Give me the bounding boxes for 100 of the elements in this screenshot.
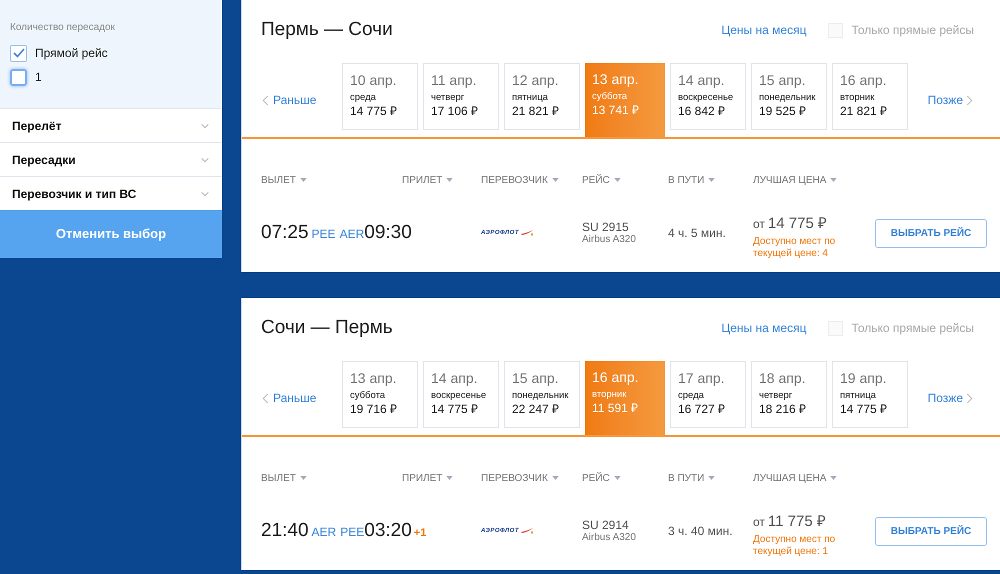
date-tab[interactable]: 14 апр. воскресенье 14 775 ₽ xyxy=(423,361,499,428)
sort-caret-icon xyxy=(446,476,454,480)
best-price: 14 775 ₽ xyxy=(768,214,827,234)
sort-caret-icon xyxy=(614,476,621,480)
chevron-left-icon xyxy=(261,94,270,106)
chevron-right-icon xyxy=(965,94,974,106)
arrival-time: 03:20 xyxy=(364,519,412,543)
flight-number: SU 2914 xyxy=(582,518,630,532)
departure-time: 07:25 xyxy=(261,221,309,245)
checkmark-icon xyxy=(12,48,24,58)
date-tab[interactable]: 18 апр. четверг 18 216 ₽ xyxy=(751,361,827,428)
column-header[interactable]: ВЫЛЕТ xyxy=(261,470,296,486)
weekday-label: пятница xyxy=(512,92,549,104)
column-header[interactable]: В ПУТИ xyxy=(668,172,704,188)
date-label: 15 апр. xyxy=(759,72,807,88)
airport-code: AER xyxy=(312,524,336,541)
date-tab[interactable]: 10 апр. среда 14 775 ₽ xyxy=(342,63,418,130)
month-prices-link[interactable]: Цены на месяц xyxy=(721,21,806,39)
chevron-left-icon xyxy=(261,392,270,404)
date-label: 16 апр. xyxy=(592,369,640,385)
column-header[interactable]: ЛУЧШАЯ ЦЕНА xyxy=(753,470,826,486)
sort-caret-icon xyxy=(552,178,559,182)
date-tab[interactable]: 13 апр. суббота 13 741 ₽ xyxy=(585,63,665,137)
column-header[interactable]: ПЕРЕВОЗЧИК xyxy=(481,470,548,486)
later-link[interactable]: Позже xyxy=(928,389,974,407)
sort-caret-icon xyxy=(614,178,621,182)
weekday-label: среда xyxy=(678,390,705,402)
date-label: 14 апр. xyxy=(678,72,726,88)
weekday-label: суббота xyxy=(350,390,386,402)
earlier-link[interactable]: Раньше xyxy=(261,389,342,407)
date-price: 14 775 ₽ xyxy=(431,402,480,416)
route-title: Пермь — Сочи xyxy=(261,18,393,42)
weekday-label: среда xyxy=(350,92,377,104)
column-header[interactable]: РЕЙС xyxy=(582,470,610,486)
date-tab[interactable]: 16 апр. вторник 21 821 ₽ xyxy=(832,63,908,130)
checkbox[interactable] xyxy=(10,68,27,86)
date-price: 22 247 ₽ xyxy=(512,402,560,416)
flight-number: SU 2915 xyxy=(582,220,630,234)
direct-only-label: Только прямые рейсы xyxy=(851,22,974,39)
date-label: 19 апр. xyxy=(840,370,888,386)
sort-caret-icon xyxy=(830,476,838,480)
column-header[interactable]: ПРИЛЕТ xyxy=(402,470,442,486)
date-price: 11 591 ₽ xyxy=(592,401,640,415)
sort-caret-icon xyxy=(830,178,838,182)
date-price: 16 727 ₽ xyxy=(678,402,726,416)
date-label: 18 апр. xyxy=(759,370,807,386)
date-label: 17 апр. xyxy=(678,370,726,386)
column-header[interactable]: ЛУЧШАЯ ЦЕНА xyxy=(753,172,826,188)
select-flight-button[interactable]: ВЫБРАТЬ РЕЙС xyxy=(875,516,987,546)
weekday-label: понедельник xyxy=(759,92,816,104)
column-header[interactable]: ПРИЛЕТ xyxy=(402,172,442,188)
date-price: 21 821 ₽ xyxy=(840,104,888,118)
airport-code: PEE xyxy=(340,524,364,541)
accordion-header[interactable]: Перевозчик и тип ВС xyxy=(0,176,222,210)
column-header[interactable]: ПЕРЕВОЗЧИК xyxy=(481,172,548,188)
reset-button[interactable]: Отменить выбор xyxy=(0,210,222,258)
select-flight-button[interactable]: ВЫБРАТЬ РЕЙС xyxy=(875,218,987,248)
date-tab[interactable]: 17 апр. среда 16 727 ₽ xyxy=(670,361,746,428)
earlier-link[interactable]: Раньше xyxy=(261,91,342,109)
date-tab[interactable]: 14 апр. воскресенье 16 842 ₽ xyxy=(670,63,746,130)
date-price: 14 775 ₽ xyxy=(840,402,888,416)
date-price: 21 821 ₽ xyxy=(512,104,560,118)
checkbox[interactable] xyxy=(10,44,27,62)
price-prefix: от xyxy=(753,216,765,233)
date-label: 11 апр. xyxy=(431,72,478,88)
date-tab[interactable]: 15 апр. понедельник 22 247 ₽ xyxy=(504,361,580,428)
weekday-label: суббота xyxy=(592,91,628,103)
airport-code: PEE xyxy=(312,226,336,243)
column-header[interactable]: В ПУТИ xyxy=(668,470,704,486)
weekday-label: вторник xyxy=(840,92,876,104)
sort-caret-icon xyxy=(708,476,716,480)
date-price: 19 525 ₽ xyxy=(759,104,808,118)
accordion-header[interactable]: Перелёт xyxy=(0,108,222,142)
filter-section-label: Количество пересадок xyxy=(10,21,116,35)
sort-caret-icon xyxy=(300,476,307,480)
arrival-time: 09:30 xyxy=(364,221,412,245)
date-price: 19 716 ₽ xyxy=(350,402,398,416)
weekday-label: воскресенье xyxy=(678,92,734,104)
sort-caret-icon xyxy=(300,178,307,182)
date-price: 18 216 ₽ xyxy=(759,402,808,416)
date-price: 14 775 ₽ xyxy=(350,104,398,118)
date-tab[interactable]: 16 апр. вторник 11 591 ₽ xyxy=(585,361,665,435)
date-tab[interactable]: 19 апр. пятница 14 775 ₽ xyxy=(832,361,908,428)
column-header[interactable]: РЕЙС xyxy=(582,172,610,188)
date-label: 13 апр. xyxy=(350,370,398,386)
date-tab[interactable]: 13 апр. суббота 19 716 ₽ xyxy=(342,361,418,428)
accordion-header[interactable]: Пересадки xyxy=(0,142,222,176)
chevron-right-icon xyxy=(965,392,974,404)
day-offset: +1 xyxy=(414,526,426,541)
availability-note: Доступно мест по текущей цене: 4 xyxy=(753,236,836,260)
later-link[interactable]: Позже xyxy=(928,91,974,109)
weekday-label: воскресенье xyxy=(431,390,488,402)
date-tab[interactable]: 11 апр. четверг 17 106 ₽ xyxy=(423,63,499,130)
option-label: 1 xyxy=(35,69,42,86)
sort-caret-icon xyxy=(708,178,716,182)
column-header[interactable]: ВЫЛЕТ xyxy=(261,172,296,188)
option-label: Прямой рейс xyxy=(35,45,108,62)
date-tab[interactable]: 12 апр. пятница 21 821 ₽ xyxy=(504,63,580,130)
month-prices-link[interactable]: Цены на месяц xyxy=(721,319,806,337)
date-tab[interactable]: 15 апр. понедельник 19 525 ₽ xyxy=(751,63,827,130)
